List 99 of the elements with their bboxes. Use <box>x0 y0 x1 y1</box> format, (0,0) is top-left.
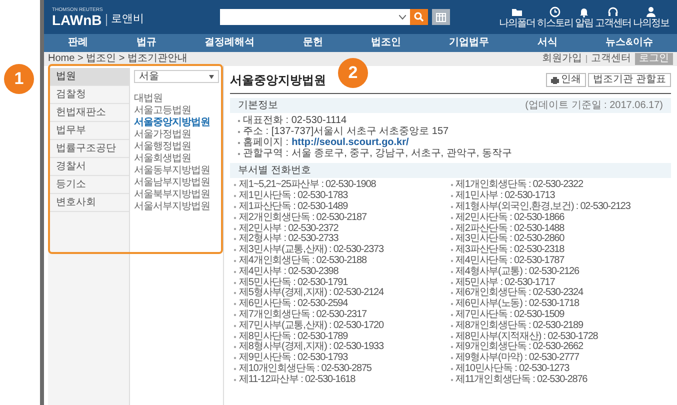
phone-entry: 제3민사부(교통,산재) : 02-530-2373 <box>239 245 384 256</box>
phone-entry: 제4형사부(교통) : 02-530-2126 <box>456 266 579 277</box>
person-icon <box>645 6 657 18</box>
category-item[interactable]: 법률구조공단 <box>48 140 129 158</box>
category-item[interactable]: 변호사회 <box>48 194 129 212</box>
phone-entry: 제1~5,21~25파산부 : 02-530-1908 <box>239 180 376 190</box>
phone-entry: 제5민사부 : 02-530-1717 <box>456 278 555 288</box>
header-link[interactable]: 회원가입 <box>542 54 582 64</box>
court-item[interactable]: 서울회생법원 <box>134 153 219 165</box>
info-text: 관할구역 : 서울 종로구, 중구, 강남구, 서초구, 관악구, 동작구 <box>243 148 512 158</box>
nav-tab[interactable]: 결정례해석 <box>204 38 255 48</box>
phone-entry: 제2개인회생단독 : 02-530-2187 <box>239 212 366 223</box>
page-title: 서울중앙지방법원 <box>230 72 326 89</box>
clock-icon <box>549 6 561 18</box>
phone-entry: 제11개인회생단독 : 02-530-2876 <box>456 374 588 385</box>
phone-entry: 제4민사부 : 02-530-2398 <box>239 266 338 277</box>
category-item[interactable]: 등기소 <box>48 176 129 194</box>
phone-entry: 제8형사부(경제,지재) : 02-530-1933 <box>239 342 384 352</box>
court-item[interactable]: 서울행정법원 <box>134 141 219 153</box>
info-text: 대표전화 : 02-530-1114 <box>243 116 347 126</box>
phone-entry: 제9형사부(마약) : 02-530-2777 <box>456 353 579 364</box>
phone-entry: 제2형사부 : 02-530-2733 <box>239 234 338 244</box>
phone-entry: 제11-12파산부 : 02-530-1618 <box>239 374 356 385</box>
header-icon-button[interactable]: 알림 <box>575 6 593 28</box>
court-item[interactable]: 서울가정법원 <box>134 129 219 141</box>
search-button[interactable] <box>410 9 428 25</box>
info-text: 주소 : [137-737]서울시 서초구 서초중앙로 157 <box>243 126 449 136</box>
search-field[interactable] <box>220 9 410 25</box>
phone-entry: 제5민사단독 : 02-530-1791 <box>239 278 348 288</box>
category-item[interactable]: 검찰청 <box>48 86 129 104</box>
action-button[interactable]: 법조기관 관할표 <box>588 73 671 87</box>
phone-entry: 제1형사부(외국인,환경,보건) : 02-530-2123 <box>456 202 630 212</box>
bell-icon <box>578 6 590 18</box>
phone-entry: 제1민사부 : 02-530-1713 <box>456 191 555 202</box>
phone-entry: 제5형사부(경제,지재) : 02-530-2124 <box>239 288 384 298</box>
phone-entry: 제7민사단독 : 02-530-1509 <box>456 310 564 320</box>
phone-entry: 제6개인회생단독 : 02-530-2324 <box>456 288 583 298</box>
header-icon-button[interactable]: 나의정보 <box>633 6 669 28</box>
nav-tab[interactable]: 서식 <box>537 38 558 48</box>
nav-tab[interactable]: 뉴스&이슈 <box>606 38 653 48</box>
grid-icon <box>436 12 446 22</box>
court-item[interactable]: 서울고등법원 <box>134 105 219 117</box>
court-item[interactable]: 대법원 <box>134 93 219 105</box>
phone-entry: 제8민사부(지적재산) : 02-530-1728 <box>456 332 598 342</box>
nav-tab[interactable]: 법조인 <box>370 38 401 48</box>
nav-tab[interactable]: 판례 <box>68 38 88 48</box>
annotation-marker: 2 <box>338 58 368 88</box>
phone-entry: 제6민사부(노동) : 02-530-1718 <box>456 299 579 310</box>
dropdown-caret-icon <box>399 14 406 20</box>
header-icon-button[interactable]: 히스토리 <box>537 6 573 28</box>
phone-entry: 제10개인회생단독 : 02-530-2875 <box>239 364 372 374</box>
phone-entry: 제4개인회생단독 : 02-530-2188 <box>239 256 366 266</box>
phone-entry: 제6민사단독 : 02-530-2594 <box>239 299 348 310</box>
phone-entry: 제1민사단독 : 02-530-1783 <box>239 191 348 202</box>
nav-tab[interactable]: 문헌 <box>302 38 323 48</box>
phone-entry: 제3민사단독 : 02-530-2860 <box>456 234 564 244</box>
update-date: (업데이트 기준일 : 2017.06.17) <box>525 100 663 110</box>
header-link[interactable]: 고객센터 <box>591 54 631 64</box>
nav-tab[interactable]: 기업법무 <box>449 38 490 48</box>
info-text: 홈페이지 : <box>243 138 289 148</box>
logo-name: 로앤비 <box>110 14 144 25</box>
phone-entry: 제1파산단독 : 02-530-1489 <box>239 202 348 212</box>
phone-entry: 제7개인회생단독 : 02-530-2317 <box>239 310 366 320</box>
annotation-marker: 1 <box>4 64 34 94</box>
section-heading: 기본정보 <box>238 100 278 110</box>
phone-entry: 제8개인회생단독 : 02-530-2189 <box>456 320 583 331</box>
phone-entry: 제2민사부 : 02-530-2372 <box>239 224 338 234</box>
category-item[interactable]: 경찰서 <box>48 158 129 176</box>
header-icon-button[interactable]: 고객센터 <box>595 6 631 28</box>
phone-entry: 제3파산단독 : 02-530-2318 <box>456 245 564 256</box>
phone-entry: 제2파산단독 : 02-530-1488 <box>456 224 564 234</box>
region-select[interactable]: 서울 <box>134 70 219 83</box>
header-icon-button[interactable]: 나의폴더 <box>499 6 535 28</box>
phone-entry: 제10민사단독 : 02-530-1273 <box>456 364 570 374</box>
category-item[interactable]: 헌법재판소 <box>48 104 129 122</box>
court-item[interactable]: 서울중앙지방법원 <box>134 117 219 129</box>
grid-button[interactable] <box>432 9 450 25</box>
phone-entry: 제1개인회생단독 : 02-530-2322 <box>456 180 583 190</box>
dropdown-caret-icon <box>209 74 214 78</box>
phone-entry: 제8민사단독 : 02-530-1789 <box>239 332 348 342</box>
breadcrumb: Home > 법조인 > 법조기관안내 <box>48 54 188 64</box>
print-button[interactable]: 인쇄 <box>546 73 586 87</box>
court-item[interactable]: 서울서부지방법원 <box>134 201 219 213</box>
court-item[interactable]: 서울북부지방법원 <box>134 189 219 201</box>
phone-entry: 제2민사단독 : 02-530-1866 <box>456 212 564 223</box>
category-item[interactable]: 법원 <box>48 68 129 86</box>
homepage-link[interactable]: http://seoul.scourt.go.kr/ <box>292 138 409 148</box>
section-heading: 부서별 전화번호 <box>238 166 311 176</box>
court-item[interactable]: 서울동부지방법원 <box>134 165 219 177</box>
phone-entry: 제9민사단독 : 02-530-1793 <box>239 353 348 364</box>
headset-icon <box>607 6 619 18</box>
search-icon <box>414 12 424 22</box>
category-item[interactable]: 법무부 <box>48 122 129 140</box>
phone-entry: 제7민사부(교통,산재) : 02-530-1720 <box>239 320 384 331</box>
logo-wordmark[interactable]: LAWnB <box>52 12 102 26</box>
court-item[interactable]: 서울남부지방법원 <box>134 177 219 189</box>
phone-entry: 제4민사단독 : 02-530-1787 <box>456 256 564 266</box>
phone-entry: 제9개인회생단독 : 02-530-2662 <box>456 342 583 352</box>
nav-tab[interactable]: 법규 <box>136 38 156 48</box>
